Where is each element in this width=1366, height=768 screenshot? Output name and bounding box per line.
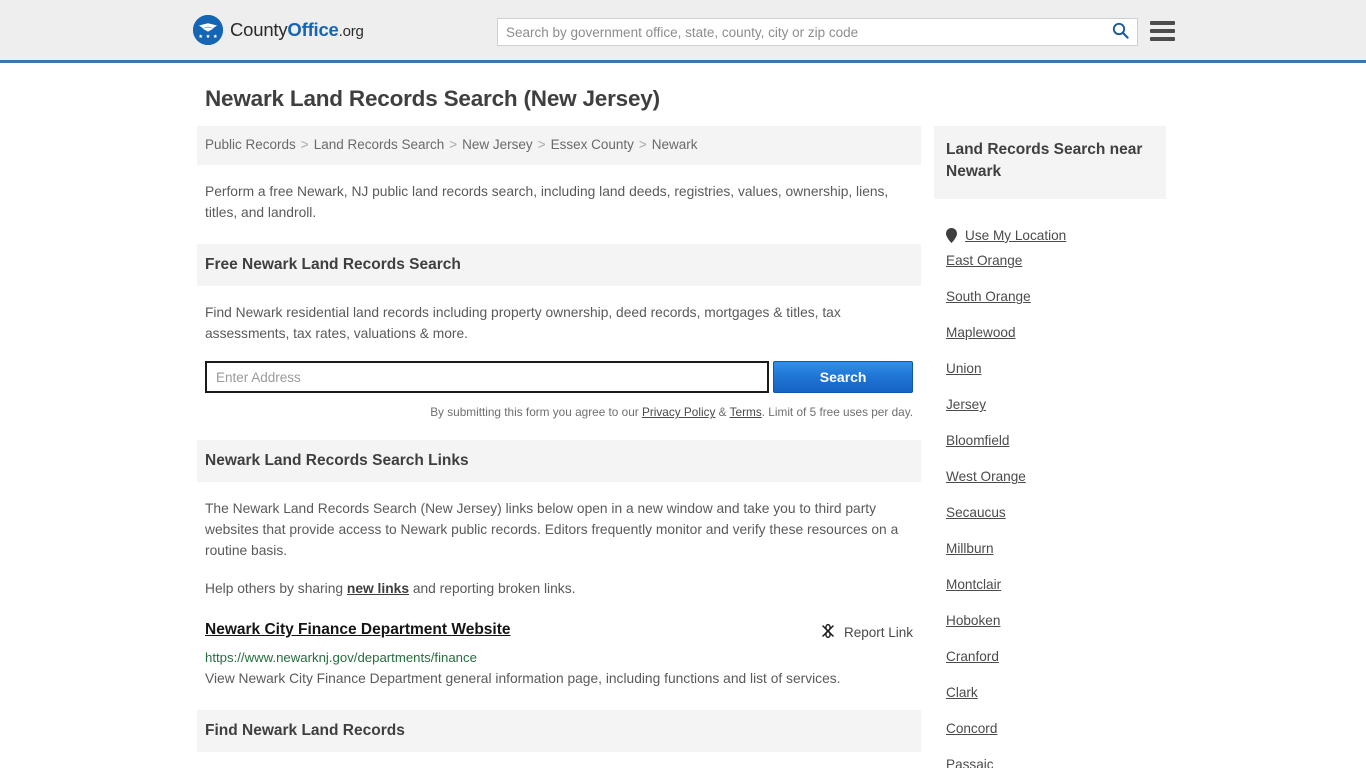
search-submit-button[interactable] (1103, 19, 1137, 45)
sidebar-item-cranford[interactable]: Cranford (946, 639, 1154, 675)
sidebar-link[interactable]: Bloomfield (946, 433, 1009, 448)
sidebar-item-maplewood[interactable]: Maplewood (946, 315, 1154, 351)
section-heading-find-records: Find Newark Land Records (197, 710, 921, 753)
report-link-button[interactable]: Report Link (820, 621, 913, 642)
breadcrumb-item-essex-county[interactable]: Essex County (551, 137, 634, 152)
breadcrumb-separator: > (537, 137, 546, 152)
sidebar: Land Records Search near Newark Use My L… (934, 126, 1166, 768)
sidebar-link[interactable]: West Orange (946, 469, 1026, 484)
search-input[interactable] (498, 19, 1103, 45)
sidebar-link[interactable]: Union (946, 361, 982, 376)
sidebar-nearby-list: Use My Location East Orange South Orange… (934, 199, 1166, 768)
sidebar-item-clark[interactable]: Clark (946, 675, 1154, 711)
breadcrumb-item-newark[interactable]: Newark (652, 137, 698, 152)
disclaimer-amp: & (715, 405, 730, 420)
form-disclaimer: By submitting this form you agree to our… (197, 405, 921, 419)
sidebar-item-secaucus[interactable]: Secaucus (946, 495, 1154, 531)
privacy-policy-link[interactable]: Privacy Policy (642, 405, 715, 419)
sidebar-item-millburn[interactable]: Millburn (946, 531, 1154, 567)
page-title: Newark Land Records Search (New Jersey) (205, 86, 660, 111)
help-others-paragraph: Help others by sharing new links and rep… (197, 578, 921, 599)
help-suffix: and reporting broken links. (409, 580, 576, 596)
hamburger-bar-3 (1150, 37, 1175, 41)
address-search-button[interactable]: Search (773, 361, 913, 394)
search-links-paragraph: The Newark Land Records Search (New Jers… (205, 501, 899, 559)
sidebar-link[interactable]: East Orange (946, 253, 1022, 268)
breadcrumb-item-new-jersey[interactable]: New Jersey (462, 137, 533, 152)
search-link-result: Newark City Finance Department Website R… (197, 621, 921, 689)
sidebar-item-passaic[interactable]: Passaic (946, 747, 1154, 768)
hamburger-bar-1 (1150, 21, 1175, 25)
hamburger-bar-2 (1150, 29, 1175, 33)
sidebar-link[interactable]: Secaucus (946, 505, 1006, 520)
breadcrumb-separator: > (300, 137, 309, 152)
broken-link-icon (820, 623, 836, 642)
logo-text-county: County (230, 19, 288, 40)
sidebar-item-south-orange[interactable]: South Orange (946, 279, 1154, 315)
logo-text-org: .org (338, 23, 364, 40)
sidebar-item-jersey[interactable]: Jersey (946, 387, 1154, 423)
sidebar-item-east-orange[interactable]: East Orange (946, 243, 1154, 279)
address-input[interactable] (205, 361, 770, 394)
page-intro-paragraph: Perform a free Newark, NJ public land re… (205, 183, 889, 220)
page-body: Newark Land Records Search (New Jersey) … (0, 63, 1366, 768)
section-heading-search-links: Newark Land Records Search Links (197, 440, 921, 483)
disclaimer-suffix: . Limit of 5 free uses per day. (761, 405, 913, 420)
breadcrumb-separator: > (638, 137, 647, 152)
search-link-result-header: Newark City Finance Department Website R… (205, 621, 913, 642)
breadcrumb-separator: > (449, 137, 458, 152)
sidebar-link[interactable]: Montclair (946, 577, 1001, 592)
breadcrumb-item-public-records[interactable]: Public Records (205, 137, 296, 152)
sidebar-item-hoboken[interactable]: Hoboken (946, 603, 1154, 639)
use-my-location-link[interactable]: Use My Location (965, 228, 1066, 243)
sidebar-link[interactable]: Maplewood (946, 325, 1016, 340)
help-prefix: Help others by sharing (205, 580, 347, 596)
search-icon (1112, 22, 1129, 42)
sidebar-link[interactable]: Cranford (946, 649, 999, 664)
sidebar-heading: Land Records Search near Newark (934, 126, 1166, 199)
breadcrumb-item-land-records-search[interactable]: Land Records Search (314, 137, 445, 152)
sidebar-link[interactable]: Concord (946, 721, 997, 736)
header-search-bar[interactable] (497, 18, 1138, 46)
result-url: https://www.newarknj.gov/departments/fin… (205, 649, 477, 665)
content-columns: Public Records > Land Records Search > New J… (0, 112, 1366, 768)
new-links-link[interactable]: new links (347, 581, 409, 596)
section-heading-free-search: Free Newark Land Records Search (197, 244, 921, 287)
logo-wordmark: CountyOffice.org (230, 19, 364, 41)
sidebar-link[interactable]: Millburn (946, 541, 994, 556)
result-description: View Newark City Finance Department gene… (205, 670, 841, 686)
sidebar-item-bloomfield[interactable]: Bloomfield (946, 423, 1154, 459)
site-logo[interactable]: CountyOffice.org (193, 15, 364, 45)
address-search-form: Search (197, 361, 921, 394)
logo-text-office: Office (287, 19, 339, 40)
hamburger-menu-icon[interactable] (1150, 19, 1175, 43)
sidebar-link[interactable]: Passaic (946, 757, 994, 768)
site-header: CountyOffice.org (0, 0, 1366, 63)
sidebar-link[interactable]: Clark (946, 685, 978, 700)
main-column: Public Records > Land Records Search > New J… (197, 126, 921, 768)
disclaimer-prefix: By submitting this form you agree to our (430, 405, 642, 420)
sidebar-item-west-orange[interactable]: West Orange (946, 459, 1154, 495)
result-title-link[interactable]: Newark City Finance Department Website (205, 621, 511, 639)
terms-link[interactable]: Terms (730, 405, 762, 419)
report-link-label: Report Link (843, 624, 913, 640)
map-pin-icon (946, 227, 957, 243)
sidebar-item-concord[interactable]: Concord (946, 711, 1154, 747)
sidebar-item-use-my-location[interactable]: Use My Location (946, 199, 1154, 243)
eagle-shield-logo-icon (193, 15, 223, 45)
sidebar-item-montclair[interactable]: Montclair (946, 567, 1154, 603)
sidebar-link[interactable]: Jersey (946, 397, 986, 412)
sidebar-item-union[interactable]: Union (946, 351, 1154, 387)
free-search-description: Find Newark residential land records inc… (205, 305, 841, 342)
sidebar-link[interactable]: Hoboken (946, 613, 1000, 628)
breadcrumb: Public Records > Land Records Search > New J… (197, 126, 921, 165)
sidebar-link[interactable]: South Orange (946, 289, 1031, 304)
